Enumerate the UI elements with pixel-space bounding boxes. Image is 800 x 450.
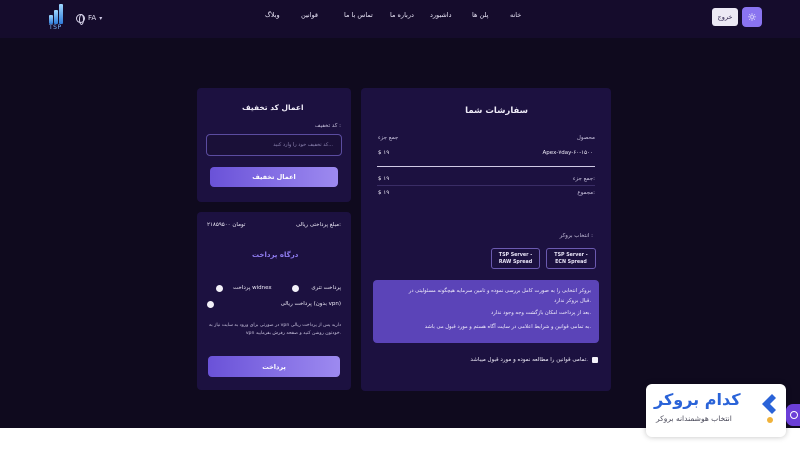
option-rial-label: پرداخت ریالی (بدون vpn) (280, 301, 341, 307)
logo-bars-icon (49, 4, 67, 24)
notice-line: بروکر انتخابی را به صورت کامل بررسی نمود… (408, 288, 591, 294)
discount-field-label: کد تخفیف : (314, 123, 341, 129)
globe-icon (76, 13, 85, 25)
broker-ecn-line1: TSP Server - (554, 253, 588, 258)
broker-label: انتخاب بروکر : (559, 233, 593, 239)
language-selector[interactable]: FA ▾ (76, 11, 102, 25)
sun-icon: ☼ (747, 10, 757, 24)
notice-line: قبال بروکر ندارد. (554, 298, 591, 304)
broker-raw-line1: TSP Server - (498, 253, 533, 258)
subtotal-label: جمع جزء: (572, 176, 595, 182)
theme-toggle-button[interactable]: ☼ (742, 7, 762, 27)
broker-option-ecn[interactable]: TSP Server - ECN Spread (546, 248, 596, 269)
ad-banner[interactable]: کدام بروکر انتخاب هوشمندانه بروکر (646, 384, 786, 437)
payment-amount-value: ۲۱۸۵۹۵۰۰ تومان (207, 222, 246, 228)
option-rial-radio[interactable] (207, 301, 214, 308)
option-widnex-label: پرداخت widnex (233, 285, 272, 291)
main-nav: خانه پلن ها داشبورد درباره ما تماس با ما… (260, 11, 530, 23)
ad-title: کدام بروکر (654, 390, 741, 409)
discount-placeholder: کد تخفیف خود را وارد کنید... (273, 142, 333, 148)
col-product-header: محصول (576, 135, 595, 141)
nav-item-dashboard[interactable]: داشبورد (430, 11, 452, 19)
vpn-note-line: در صورتی برای ورود به سایت نیاز به vpn د… (208, 323, 341, 328)
total-label: مجموع: (577, 190, 595, 196)
nav-item-rules[interactable]: قوانین (301, 11, 318, 19)
divider (377, 185, 595, 186)
logo-text: TSP (49, 24, 62, 31)
option-tether-label: پرداخت تتری (311, 285, 341, 291)
product-name: Apex-۷day-۶۰-۱۵۰۰ (542, 150, 593, 156)
tsp-logo[interactable]: TSP (47, 2, 69, 34)
nav-item-home[interactable]: خانه (510, 11, 521, 19)
nav-item-about[interactable]: درباره ما (390, 11, 414, 19)
orders-title: سفارشات شما (465, 106, 528, 116)
option-tether-radio[interactable] (292, 285, 299, 292)
top-header: TSP FA ▾ خانه پلن ها داشبورد درباره ما ت… (0, 0, 800, 38)
payment-amount-label: مبلغ پرداختی ریالی: (295, 222, 341, 228)
col-subtotal-header: جمع جزء (378, 135, 399, 141)
orders-panel: سفارشات شما محصول جمع جزء Apex-۷day-۶۰-۱… (361, 88, 611, 391)
product-price: $ ۱۹ (378, 150, 390, 156)
gateway-title: درگاه پرداخت (252, 251, 299, 259)
nav-item-plans[interactable]: پلن ها (472, 11, 488, 19)
discount-panel: اعمال کد تخفیف کد تخفیف : کد تخفیف خود ر… (197, 88, 351, 202)
discount-title: اعمال کد تخفیف (242, 103, 304, 112)
total-value: $ ۱۹ (378, 190, 390, 196)
terms-label: تمامی قوانین را مطالعه نموده و مورد قبول… (470, 357, 588, 363)
apply-discount-button[interactable]: اعمال تخفیف (210, 167, 338, 187)
broker-notice: بروکر انتخابی را به صورت کامل بررسی نمود… (373, 280, 599, 343)
language-code: FA (88, 14, 97, 22)
divider (377, 166, 595, 167)
app-viewport: TSP FA ▾ خانه پلن ها داشبورد درباره ما ت… (0, 0, 800, 428)
chevron-down-icon: ▾ (99, 14, 103, 22)
location-pin-icon[interactable] (786, 404, 800, 426)
logout-button[interactable]: خروج (712, 8, 738, 26)
notice-line: به تمامی قوانین و شرایط اعلامی در سایت آ… (424, 324, 591, 330)
subtotal-value: $ ۱۹ (378, 176, 390, 182)
ad-logo-icon (762, 394, 776, 423)
option-widnex-radio[interactable] (216, 285, 223, 292)
nav-item-contact[interactable]: تماس با ما (344, 11, 373, 19)
terms-checkbox[interactable] (592, 357, 598, 363)
payment-panel: مبلغ پرداختی ریالی: ۲۱۸۵۹۵۰۰ تومان درگاه… (197, 212, 351, 390)
broker-option-raw[interactable]: TSP Server - RAW Spread (491, 248, 540, 269)
vpn-note-line: vpn خودتون روشن کنید و صفحه رفرش بفرمایی… (245, 331, 341, 336)
notice-line: بعد از پرداخت امکان بازگشت وجه وجود ندار… (491, 310, 591, 316)
broker-raw-line2: RAW Spread (498, 260, 533, 265)
pay-button[interactable]: پرداخت (208, 356, 340, 377)
nav-item-blog[interactable]: وبلاگ (265, 11, 280, 19)
ad-subtitle: انتخاب هوشمندانه بروکر (656, 414, 732, 423)
broker-ecn-line2: ECN Spread (555, 260, 587, 265)
discount-code-input[interactable]: کد تخفیف خود را وارد کنید... (206, 134, 342, 156)
